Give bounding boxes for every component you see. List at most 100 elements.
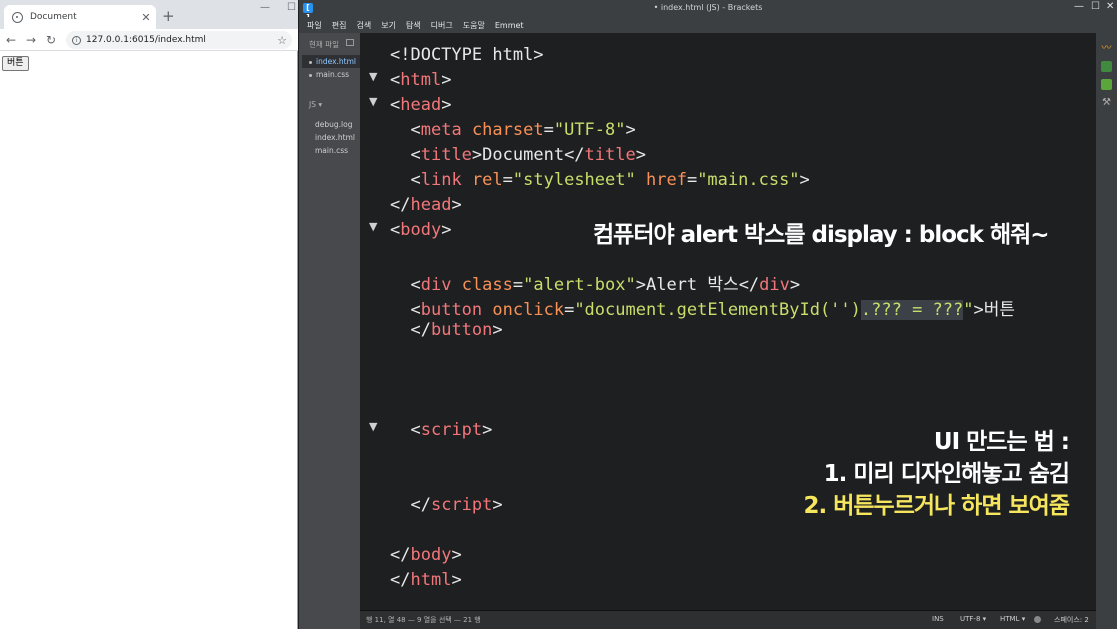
status-bar: 행 11, 열 48 — 9 열을 선택 — 21 행 INS UTF-8 ▾ … bbox=[360, 610, 1096, 629]
attr-value: "UTF-8" bbox=[553, 120, 626, 140]
tag-name: title bbox=[420, 145, 472, 165]
code-line: </body> bbox=[390, 545, 462, 565]
menu-edit[interactable]: 편집 bbox=[332, 20, 347, 31]
attr-value: " bbox=[963, 300, 974, 320]
menu-debug[interactable]: 디버그 bbox=[431, 20, 453, 31]
sidebar: 현재 파일 index.html main.css JS ▾ debug.log… bbox=[299, 33, 360, 629]
live-preview-icon[interactable]: 〰 bbox=[1101, 43, 1112, 54]
split-view-icon[interactable] bbox=[346, 39, 354, 46]
tab-title: Document bbox=[30, 12, 77, 22]
extension-manager-icon[interactable] bbox=[1101, 61, 1112, 72]
code-line: <!DOCTYPE html> bbox=[390, 45, 544, 65]
attr-name: onclick bbox=[492, 300, 565, 320]
tag-name: meta bbox=[420, 120, 462, 140]
overlay-heading: UI 만드는 법 : bbox=[933, 429, 1070, 455]
tag-name: button bbox=[420, 300, 483, 320]
tag-name: body bbox=[400, 220, 442, 240]
menu-bar: 파일 편집 검색 보기 탐색 디버그 도움말 Emmet bbox=[299, 17, 1117, 33]
selected-text: .??? = ??? bbox=[860, 300, 964, 320]
tag-name: head bbox=[400, 95, 442, 115]
attr-value: "document.getElementById('') bbox=[574, 300, 861, 320]
tools-icon[interactable]: ⚒ bbox=[1101, 97, 1112, 108]
menu-emmet[interactable]: Emmet bbox=[495, 21, 524, 30]
attr-name: href bbox=[645, 170, 687, 190]
code-line: <title>Document</title> bbox=[410, 145, 646, 165]
tag-name: html bbox=[410, 570, 452, 590]
text-content: Alert 박스 bbox=[645, 275, 739, 295]
code-line: <head> bbox=[390, 95, 452, 115]
close-tab-icon[interactable]: ✕ bbox=[138, 11, 154, 24]
brackets-window: [ ] • index.html (JS) - Brackets — ☐ ✕ 파… bbox=[299, 0, 1117, 629]
working-file-index-html[interactable]: index.html bbox=[309, 57, 356, 66]
code-line: </html> bbox=[390, 570, 462, 590]
new-tab-button[interactable]: + bbox=[162, 7, 175, 25]
browser-tab[interactable]: Document ✕ bbox=[4, 5, 156, 29]
text-content: Document bbox=[482, 145, 565, 165]
menu-view[interactable]: 보기 bbox=[381, 20, 396, 31]
globe-icon bbox=[12, 11, 23, 23]
maximize-icon[interactable]: ☐ bbox=[287, 2, 296, 13]
indent-spaces[interactable]: 스페이스: 2 bbox=[1054, 615, 1089, 625]
forward-icon[interactable]: → bbox=[26, 31, 36, 49]
project-file-main-css[interactable]: main.css bbox=[315, 146, 348, 155]
working-file-main-css[interactable]: main.css bbox=[309, 70, 349, 79]
code-line: <body> bbox=[390, 220, 452, 240]
ui-steps-overlay: UI 만드는 법 : 1. 미리 디자인해놓고 숨김 2. 버튼누르거나 하면 … bbox=[803, 426, 1070, 522]
code-editor[interactable]: ▼ ▼ ▼ ▼ <!DOCTYPE html> <html> <head> <m… bbox=[360, 33, 1096, 610]
project-file-index-html[interactable]: index.html bbox=[315, 133, 355, 142]
language-dropdown[interactable]: HTML ▾ bbox=[1000, 615, 1025, 623]
fold-arrow-icon[interactable]: ▼ bbox=[369, 70, 377, 83]
doctype-text: <!DOCTYPE html> bbox=[390, 45, 544, 65]
attr-value: "main.css" bbox=[697, 170, 800, 190]
menu-find[interactable]: 검색 bbox=[356, 20, 371, 31]
menu-navigate[interactable]: 탐색 bbox=[406, 20, 421, 31]
tag-name: title bbox=[584, 145, 636, 165]
screen: Document ✕ + — ☐ ← → ↻ i 127.0.0.1:6015/… bbox=[0, 0, 1117, 629]
back-icon[interactable]: ← bbox=[6, 31, 16, 49]
project-dropdown[interactable]: JS ▾ bbox=[309, 100, 322, 109]
insert-mode-toggle[interactable]: INS bbox=[932, 615, 944, 623]
fold-arrow-icon[interactable]: ▼ bbox=[369, 420, 377, 433]
chrome-window: Document ✕ + — ☐ ← → ↻ i 127.0.0.1:6015/… bbox=[0, 0, 298, 629]
menu-file[interactable]: 파일 bbox=[307, 20, 322, 31]
tag-name: script bbox=[420, 420, 483, 440]
tag-name: link bbox=[420, 170, 462, 190]
working-file-label: index.html bbox=[316, 57, 356, 66]
star-icon[interactable]: ☆ bbox=[277, 34, 287, 47]
project-file-debug-log[interactable]: debug.log bbox=[315, 120, 352, 129]
maximize-icon[interactable]: ☐ bbox=[1091, 1, 1100, 12]
lint-status-icon[interactable] bbox=[1034, 616, 1041, 623]
tag-name: script bbox=[430, 495, 493, 515]
encoding-dropdown[interactable]: UTF-8 ▾ bbox=[960, 615, 986, 623]
attr-name: rel bbox=[471, 170, 503, 190]
overlay-step-2: 2. 버튼누르거나 하면 보여줌 bbox=[803, 493, 1070, 519]
close-icon[interactable]: ✕ bbox=[1106, 1, 1114, 12]
attr-name: charset bbox=[471, 120, 544, 140]
address-bar[interactable]: i 127.0.0.1:6015/index.html ☆ bbox=[66, 31, 292, 49]
page-button[interactable]: 버튼 bbox=[2, 56, 29, 71]
minimize-icon[interactable]: — bbox=[1074, 1, 1084, 12]
menu-help[interactable]: 도움말 bbox=[463, 20, 485, 31]
attr-name: class bbox=[461, 275, 513, 295]
brackets-titlebar: [ ] • index.html (JS) - Brackets — ☐ ✕ bbox=[299, 0, 1117, 22]
info-icon[interactable]: i bbox=[72, 35, 81, 45]
code-line: </button> bbox=[410, 320, 503, 340]
tag-name: button bbox=[430, 320, 493, 340]
tag-name: body bbox=[410, 545, 452, 565]
extension-icon[interactable] bbox=[1101, 79, 1112, 90]
file-dot-icon bbox=[309, 73, 312, 77]
fold-arrow-icon[interactable]: ▼ bbox=[369, 95, 377, 108]
working-file-label: main.css bbox=[316, 70, 350, 79]
code-line: <button onclick="document.getElementById… bbox=[410, 300, 1016, 320]
url-text: 127.0.0.1:6015/index.html bbox=[86, 35, 206, 45]
window-title: • index.html (JS) - Brackets bbox=[653, 3, 763, 12]
minimize-icon[interactable]: — bbox=[260, 2, 270, 13]
attr-value: "stylesheet" bbox=[512, 170, 636, 190]
tag-name: html bbox=[400, 70, 442, 90]
overlay-step-1: 1. 미리 디자인해놓고 숨김 bbox=[823, 461, 1070, 487]
tag-name: div bbox=[759, 275, 790, 295]
reload-icon[interactable]: ↻ bbox=[46, 31, 56, 49]
cursor-position: 행 11, 열 48 — 9 열을 선택 — 21 행 bbox=[366, 616, 481, 624]
code-line: <div class="alert-box">Alert 박스</div> bbox=[410, 275, 801, 295]
fold-arrow-icon[interactable]: ▼ bbox=[369, 220, 377, 233]
